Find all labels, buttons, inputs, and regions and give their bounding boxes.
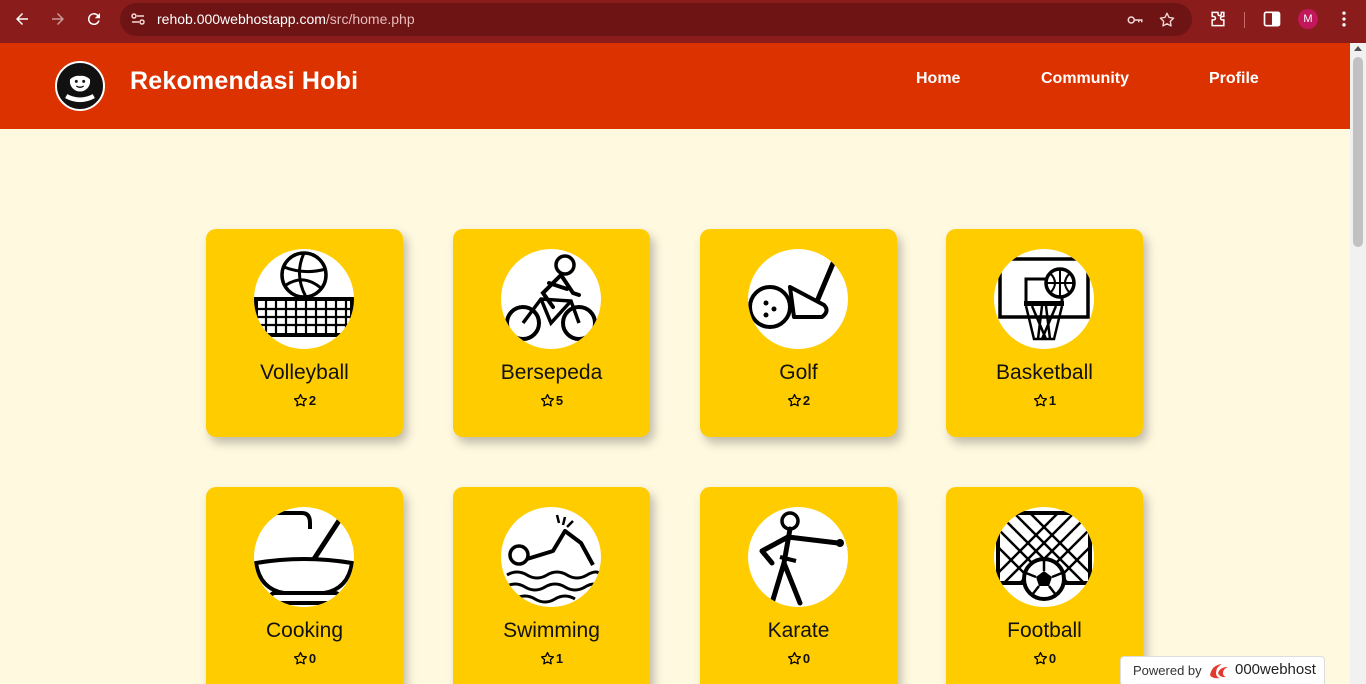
star-count: 1 xyxy=(555,651,564,666)
hobby-image xyxy=(501,249,601,349)
forward-button[interactable] xyxy=(46,7,70,31)
mixing-bowl-whisk-icon xyxy=(254,510,354,605)
golf-ball-club-icon xyxy=(748,258,837,329)
star-count: 2 xyxy=(802,393,811,408)
hobby-image xyxy=(501,507,601,607)
star-outline-icon xyxy=(293,651,307,665)
hobby-name: Football xyxy=(1007,619,1082,642)
toolbar-divider xyxy=(1244,12,1245,28)
star-outline-icon xyxy=(1033,651,1047,665)
rehob-logo[interactable] xyxy=(55,61,105,111)
bookmark-star-icon[interactable] xyxy=(1158,11,1176,29)
star-outline-icon xyxy=(540,393,554,407)
scroll-thumb[interactable] xyxy=(1353,57,1363,247)
reload-icon xyxy=(87,13,100,26)
hobby-rating: 5 xyxy=(453,393,650,408)
url-text: rehob.000webhostapp.com/src/home.php xyxy=(157,11,415,27)
hobby-card-football[interactable]: Football 0 xyxy=(946,487,1143,684)
hobby-rating: 2 xyxy=(206,393,403,408)
nav-profile[interactable]: Profile xyxy=(1209,70,1259,88)
hobby-rating: 1 xyxy=(453,651,650,666)
hobby-card-golf[interactable]: Golf 2 xyxy=(700,229,897,437)
site-header: Rekomendasi Hobi Home Community Profile xyxy=(0,43,1350,129)
hobby-rating: 0 xyxy=(946,651,1143,666)
star-count: 5 xyxy=(555,393,564,408)
soccer-goal-ball-icon xyxy=(996,511,1092,601)
star-outline-icon xyxy=(293,393,307,407)
basketball-hoop-icon xyxy=(998,257,1090,341)
profile-avatar[interactable]: M xyxy=(1298,9,1318,29)
hobby-image xyxy=(994,249,1094,349)
star-count: 0 xyxy=(802,651,811,666)
hobby-rating: 1 xyxy=(946,393,1143,408)
hobby-image xyxy=(254,507,354,607)
swimmer-icon xyxy=(504,514,601,604)
reload-button[interactable] xyxy=(82,7,106,31)
hobby-card-bersepeda[interactable]: Bersepeda 5 xyxy=(453,229,650,437)
star-count: 2 xyxy=(308,393,317,408)
hobby-card-swimming[interactable]: Swimming 1 xyxy=(453,487,650,684)
000webhost-logo-icon xyxy=(1210,664,1228,679)
hobby-image xyxy=(748,507,848,607)
hobby-name: Cooking xyxy=(265,619,344,642)
address-bar[interactable]: rehob.000webhostapp.com/src/home.php xyxy=(120,3,1192,36)
site-brand[interactable]: Rekomendasi Hobi xyxy=(130,67,358,96)
star-count: 0 xyxy=(1048,651,1057,666)
powered-by-text: Powered by xyxy=(1133,663,1202,678)
hobby-card-cooking[interactable]: Cooking 0 xyxy=(206,487,403,684)
hobby-name: Volleyball xyxy=(260,361,349,384)
star-count: 1 xyxy=(1048,393,1057,408)
site-settings-icon xyxy=(131,13,145,25)
hobby-card-karate[interactable]: Karate 0 xyxy=(700,487,897,684)
hobby-name: Basketball xyxy=(996,361,1093,384)
rehob-logo-icon xyxy=(58,64,102,108)
hobby-name: Bersepeda xyxy=(500,361,603,384)
password-key-icon[interactable] xyxy=(1126,11,1144,29)
star-count: 0 xyxy=(308,651,317,666)
browser-toolbar: rehob.000webhostapp.com/src/home.php M xyxy=(0,0,1366,43)
star-outline-icon xyxy=(787,393,801,407)
hobby-card-volleyball[interactable]: Volleyball 2 xyxy=(206,229,403,437)
hobby-name: Swimming xyxy=(503,619,600,642)
extensions-puzzle-icon[interactable] xyxy=(1208,9,1228,29)
nav-home[interactable]: Home xyxy=(916,70,960,88)
hobby-name: Karate xyxy=(767,619,830,642)
side-panel-icon[interactable] xyxy=(1262,9,1282,29)
nav-community[interactable]: Community xyxy=(1041,70,1129,88)
hobby-image xyxy=(994,507,1094,607)
volleyball-net-icon xyxy=(254,251,354,337)
hobby-name: Golf xyxy=(779,361,818,384)
arrow-right-icon xyxy=(52,13,64,25)
page-scrollbar[interactable] xyxy=(1350,43,1366,684)
hobby-rating: 0 xyxy=(700,651,897,666)
more-menu-icon[interactable] xyxy=(1334,9,1354,29)
hobby-image xyxy=(748,249,848,349)
url-path: /src/home.php xyxy=(325,11,415,27)
star-outline-icon xyxy=(1033,393,1047,407)
hobby-card-basketball[interactable]: Basketball 1 xyxy=(946,229,1143,437)
karate-fighter-icon xyxy=(759,511,844,606)
arrow-left-icon xyxy=(16,13,28,25)
powered-by-brand: 000webhost xyxy=(1235,661,1316,678)
scroll-up-arrow-icon[interactable] xyxy=(1354,46,1362,51)
hobby-rating: 2 xyxy=(700,393,897,408)
hobby-rating: 0 xyxy=(206,651,403,666)
url-host: rehob.000webhostapp.com xyxy=(157,11,326,27)
hobby-image xyxy=(254,249,354,349)
star-outline-icon xyxy=(540,651,554,665)
back-button[interactable] xyxy=(10,7,34,31)
star-outline-icon xyxy=(787,651,801,665)
powered-by-badge[interactable]: Powered by 000webhost xyxy=(1120,656,1325,684)
cyclist-icon xyxy=(505,254,597,341)
